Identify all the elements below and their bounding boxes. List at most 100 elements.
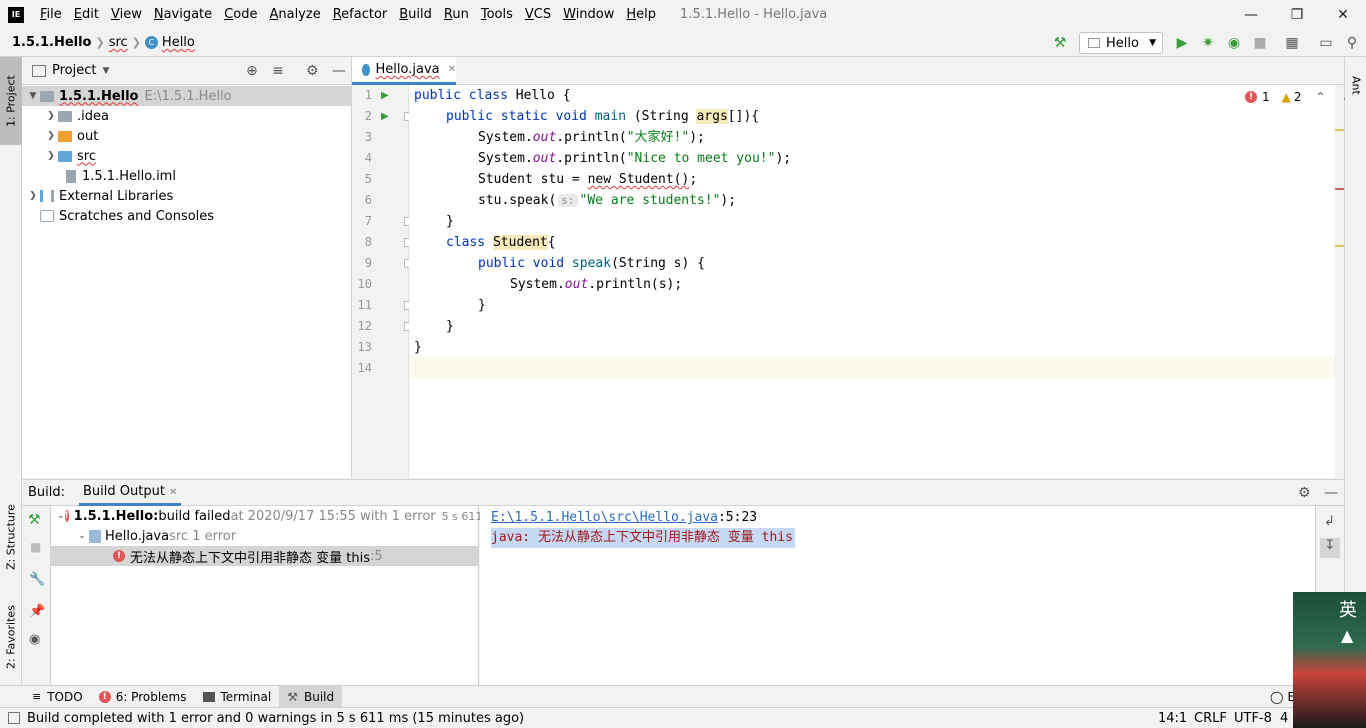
- menu-build[interactable]: Build: [393, 0, 438, 29]
- menu-run[interactable]: Run: [438, 0, 475, 29]
- structure-tool-tab[interactable]: Z: Structure: [0, 497, 22, 577]
- project-panel: Project ▼ ⊕ ≡ ⚙ — ▼ 1.5.1.Hello E:\1.5.1…: [22, 57, 352, 478]
- chevron-right-icon: ❯: [95, 36, 105, 49]
- tool-tab-problems[interactable]: ! 6: Problems: [91, 686, 195, 708]
- close-window-button[interactable]: ✕: [1320, 0, 1366, 29]
- restore-button[interactable]: ❐: [1274, 0, 1320, 29]
- status-message[interactable]: Build completed with 1 error and 0 warni…: [27, 711, 524, 726]
- hide-icon[interactable]: —: [332, 63, 346, 79]
- build-hammer-icon[interactable]: ⚒: [1050, 33, 1070, 53]
- chevron-down-icon[interactable]: ⌄: [75, 531, 89, 541]
- scroll-to-end-icon[interactable]: ↧: [1320, 538, 1340, 558]
- run-configuration-select[interactable]: Hello ▼: [1079, 32, 1163, 54]
- menu-edit[interactable]: Edit: [68, 0, 105, 29]
- breadcrumb-project[interactable]: 1.5.1.Hello: [12, 35, 92, 50]
- menu-window[interactable]: Window: [557, 0, 620, 29]
- menu-navigate[interactable]: Navigate: [148, 0, 218, 29]
- run-icon[interactable]: ▶: [1172, 33, 1192, 53]
- debug-icon[interactable]: ✷: [1198, 33, 1218, 53]
- menu-view[interactable]: View: [105, 0, 148, 29]
- minimize-button[interactable]: —: [1228, 0, 1274, 29]
- build-result-error[interactable]: ! 无法从静态上下文中引用非静态 变量 this :5: [51, 546, 478, 566]
- coverage-icon[interactable]: ◉: [1224, 33, 1244, 53]
- collapse-all-icon[interactable]: ≡: [272, 63, 284, 79]
- menu-vcs[interactable]: VCS: [519, 0, 557, 29]
- tree-item-out[interactable]: ❯ out: [22, 126, 351, 146]
- line-separator[interactable]: CRLF: [1194, 711, 1227, 726]
- editor-error-stripe[interactable]: [1335, 85, 1344, 478]
- indent-setting[interactable]: 4: [1280, 711, 1288, 726]
- line-number: 6: [364, 193, 372, 207]
- menu-code[interactable]: Code: [218, 0, 263, 29]
- gear-icon[interactable]: ⚙: [1298, 485, 1311, 501]
- build-panel-header: Build: Build Output ✕ ⚙ —: [22, 479, 1344, 506]
- build-result-root[interactable]: ⌄ ! 1.5.1.Hello: build failed at 2020/9/…: [51, 506, 502, 526]
- close-tab-icon[interactable]: ✕: [169, 487, 177, 498]
- run-gutter-icon[interactable]: ▶: [381, 90, 389, 101]
- line-number: 3: [364, 130, 372, 144]
- gear-icon[interactable]: ⚙: [306, 63, 319, 79]
- breadcrumb-file[interactable]: Hello: [162, 35, 195, 50]
- error-file-link[interactable]: E:\1.5.1.Hello\src\Hello.java: [491, 510, 718, 525]
- stop-icon[interactable]: ■: [1250, 33, 1270, 53]
- stop-icon[interactable]: ■: [30, 540, 41, 554]
- search-icon[interactable]: ⚲: [1342, 33, 1362, 53]
- error-marker[interactable]: [1335, 188, 1344, 190]
- breadcrumb-folder[interactable]: src: [109, 35, 128, 50]
- error-icon: !: [98, 690, 111, 703]
- locate-icon[interactable]: ⊕: [246, 63, 258, 79]
- menu-tools[interactable]: Tools: [475, 0, 519, 29]
- menu-refactor[interactable]: Refactor: [327, 0, 394, 29]
- error-position: :5:23: [717, 510, 758, 525]
- menu-help[interactable]: Help: [620, 0, 662, 29]
- chevron-right-icon[interactable]: ❯: [44, 111, 58, 121]
- project-tool-tab[interactable]: 1: Project: [0, 57, 22, 145]
- project-panel-title[interactable]: Project: [52, 63, 96, 78]
- chevron-up-icon[interactable]: ⌃: [1316, 90, 1326, 104]
- tool-tab-todo[interactable]: ≡ TODO: [24, 686, 91, 708]
- tree-item-external-libraries[interactable]: ❯ External Libraries: [22, 186, 351, 206]
- pin-icon[interactable]: 📌: [29, 604, 45, 619]
- status-toggle-icon[interactable]: [8, 712, 20, 724]
- chevron-down-icon[interactable]: ▼: [26, 91, 40, 101]
- code-editor[interactable]: public class Hello { public static void …: [409, 85, 1348, 478]
- chevron-right-icon[interactable]: ❯: [44, 131, 58, 141]
- build-toolbar: ⚒ ■ 🔧 📌 ◉: [22, 506, 51, 685]
- close-tab-icon[interactable]: ✕: [448, 64, 456, 75]
- chevron-right-icon[interactable]: ❯: [26, 191, 40, 201]
- chevron-right-icon[interactable]: ❯: [44, 151, 58, 161]
- ant-tool-tab[interactable]: Ant: [1345, 65, 1366, 105]
- file-encoding[interactable]: UTF-8: [1234, 711, 1272, 726]
- tab-hello-java[interactable]: Hello.java ✕: [352, 57, 456, 85]
- tree-item-src[interactable]: ❯ src: [22, 146, 351, 166]
- warning-marker[interactable]: [1335, 129, 1344, 131]
- line-number: 7: [364, 214, 372, 228]
- tree-item-idea[interactable]: ❯ .idea: [22, 106, 351, 126]
- library-icon: [40, 190, 54, 202]
- hide-icon[interactable]: —: [1324, 485, 1338, 501]
- chevron-down-icon[interactable]: ⌄: [57, 511, 65, 521]
- tree-item-iml[interactable]: 1.5.1.Hello.iml: [22, 166, 351, 186]
- build-output-console[interactable]: E:\1.5.1.Hello\src\Hello.java:5:23 java:…: [480, 506, 1315, 685]
- tool-tab-terminal[interactable]: Terminal: [195, 686, 280, 708]
- menu-analyze[interactable]: Analyze: [263, 0, 326, 29]
- tree-item-project-root[interactable]: ▼ 1.5.1.Hello E:\1.5.1.Hello: [22, 86, 351, 106]
- run-gutter-icon[interactable]: ▶: [381, 111, 389, 122]
- tab-build-output[interactable]: Build Output ✕: [79, 479, 182, 506]
- wrench-icon[interactable]: 🔧: [29, 572, 45, 587]
- eye-icon[interactable]: ◉: [29, 632, 40, 647]
- ime-indicator[interactable]: 英: [1339, 596, 1357, 622]
- favorites-tool-tab[interactable]: 2: Favorites: [0, 597, 22, 677]
- caret-position[interactable]: 14:1: [1158, 711, 1187, 726]
- layout-icon[interactable]: ▭: [1316, 33, 1336, 53]
- soft-wrap-icon[interactable]: ↲: [1324, 514, 1335, 529]
- build-result-file[interactable]: ⌄ Hello.java src 1 error: [51, 526, 478, 546]
- project-structure-icon[interactable]: ▦: [1282, 33, 1302, 53]
- tool-tab-build[interactable]: ⚒ Build: [279, 685, 343, 708]
- inspection-widget[interactable]: ! 1 ▲ 2 ⌃ ⌄: [1245, 90, 1348, 104]
- chevron-down-icon[interactable]: ▼: [102, 66, 109, 76]
- menu-file[interactable]: File: [34, 0, 68, 29]
- tree-item-scratches[interactable]: Scratches and Consoles: [22, 206, 351, 226]
- rebuild-icon[interactable]: ⚒: [28, 512, 41, 528]
- warning-marker[interactable]: [1335, 245, 1344, 247]
